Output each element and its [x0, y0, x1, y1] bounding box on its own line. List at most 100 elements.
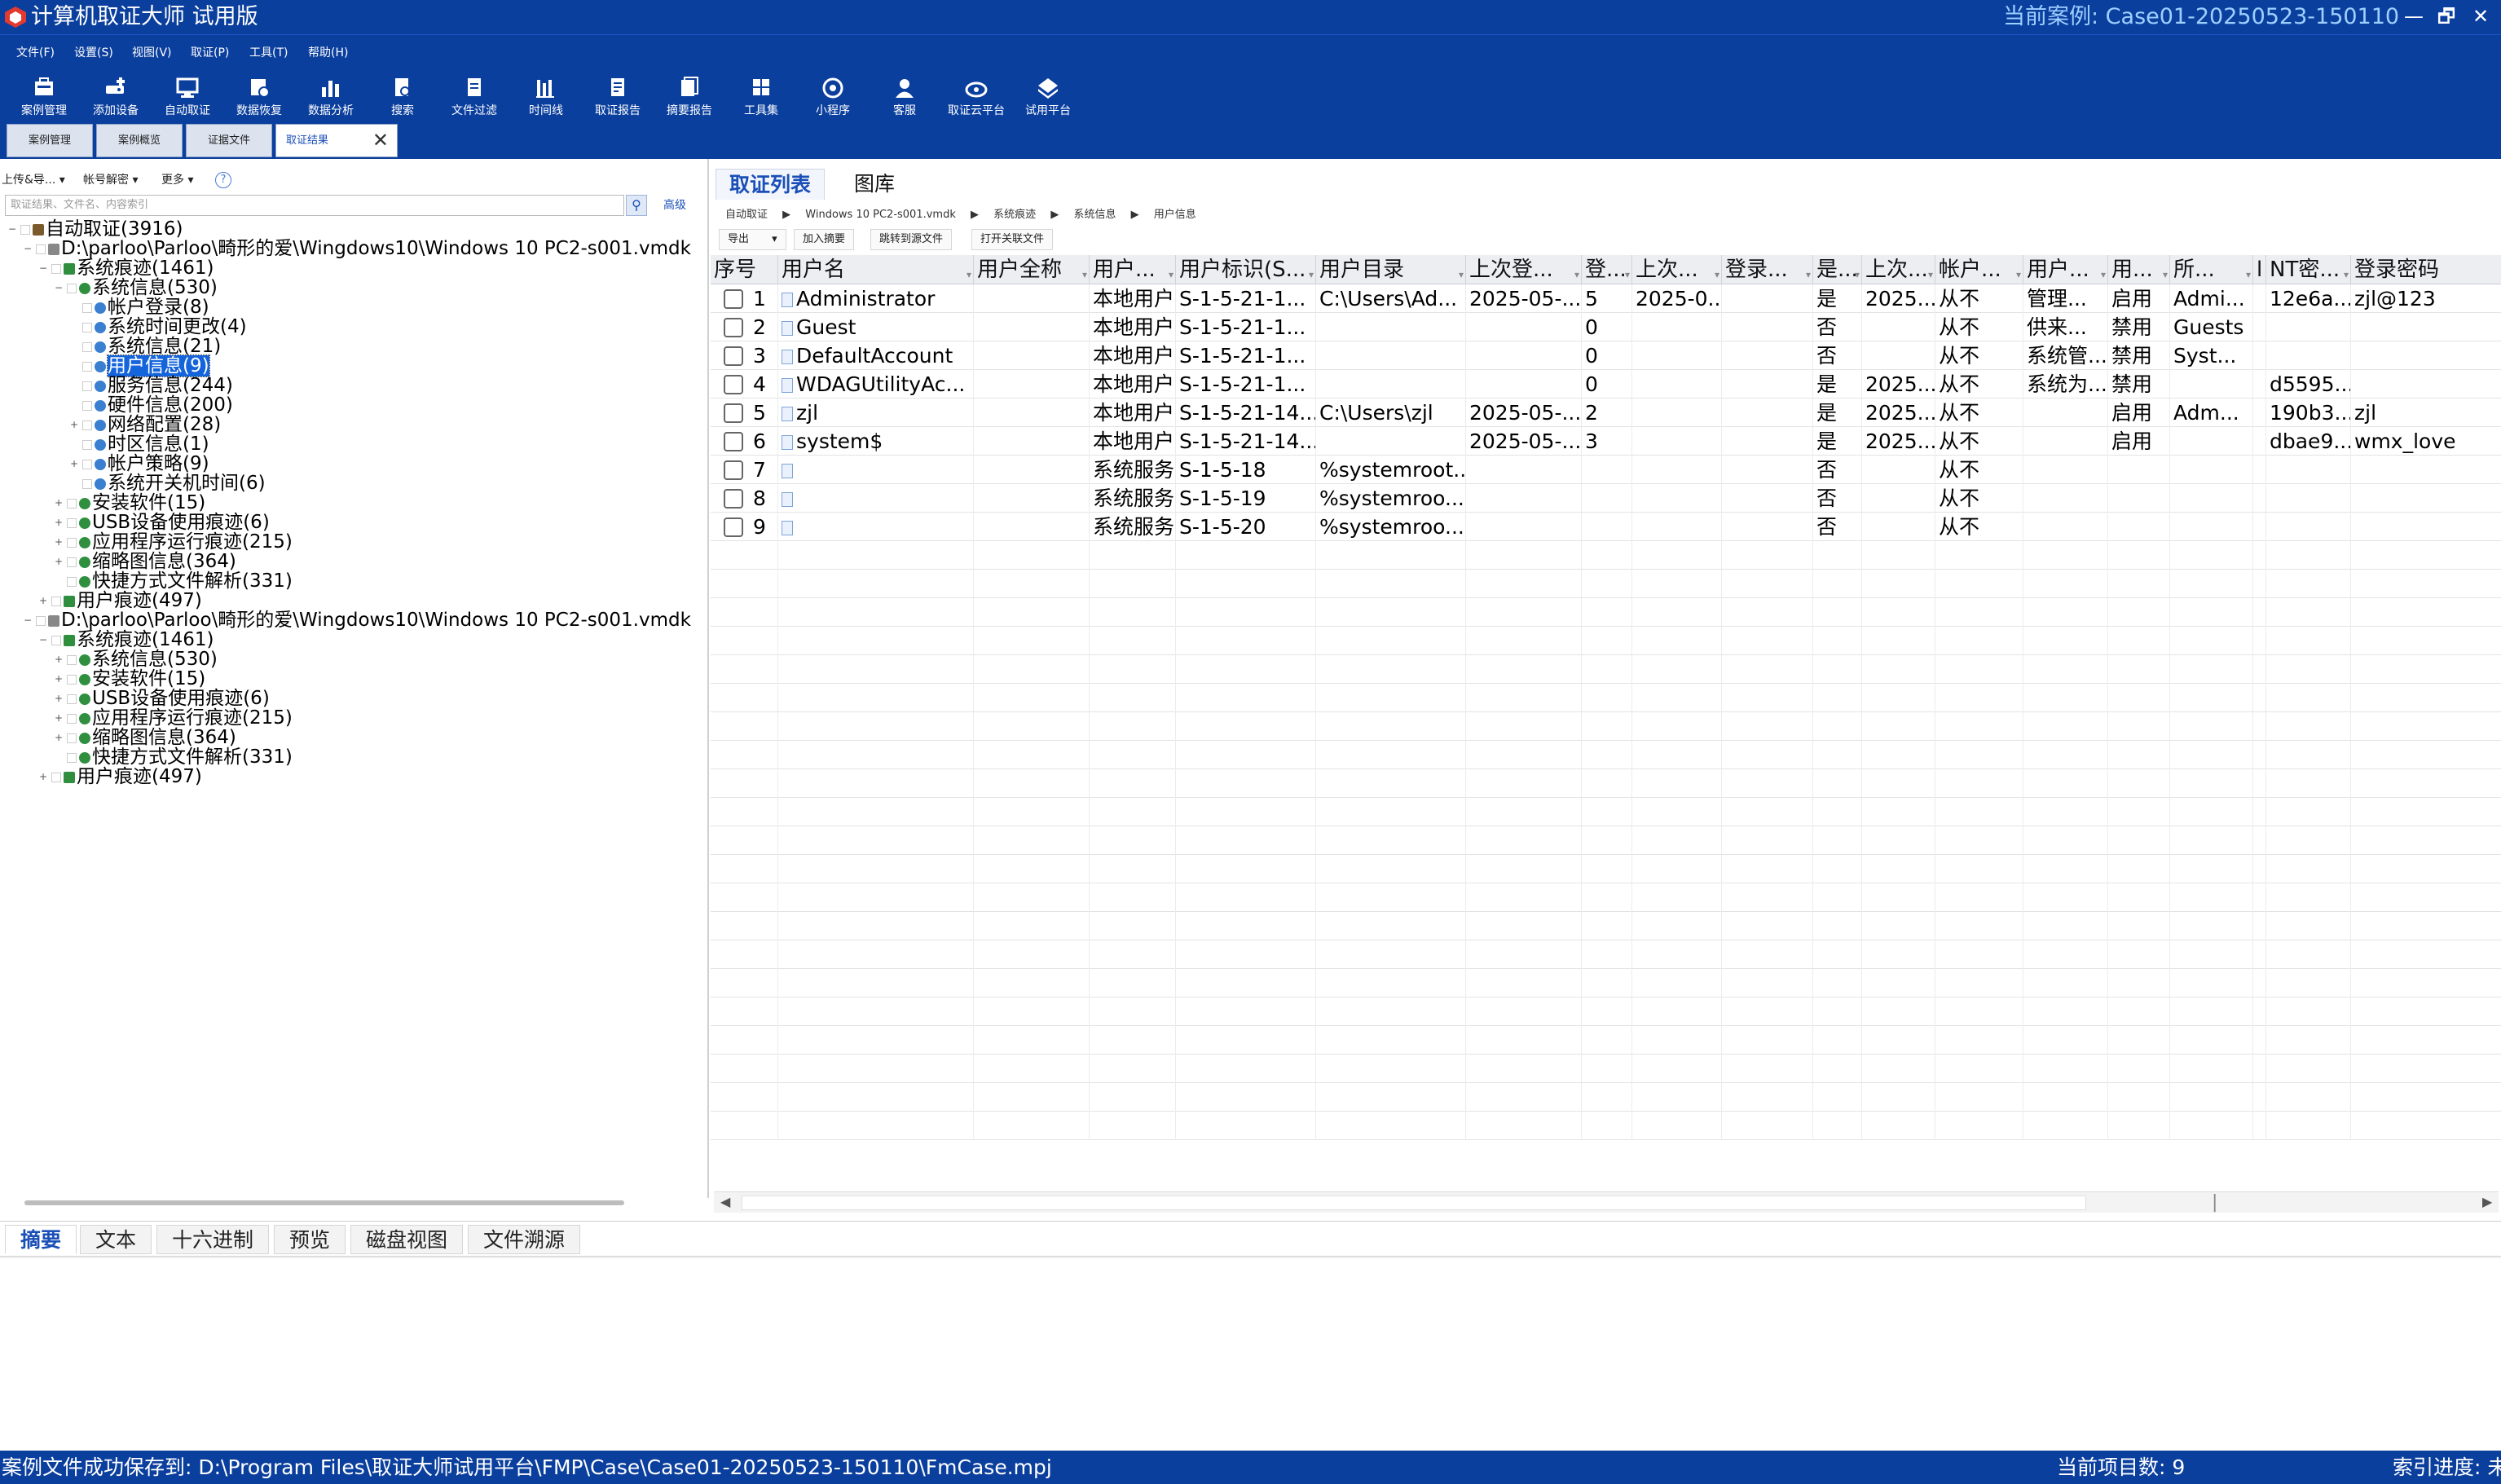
scroll-right-icon[interactable]: ▶: [2482, 1194, 2492, 1209]
tree-checkbox[interactable]: [67, 283, 77, 293]
tree-node[interactable]: + USB设备使用痕迹(6): [53, 513, 270, 532]
toolbar-search[interactable]: 搜索: [367, 71, 438, 122]
filter-dropdown-icon[interactable]: ▾: [1169, 260, 1173, 284]
tree-search-input[interactable]: 取证结果、文件名、内容索引: [5, 195, 624, 216]
collapse-icon[interactable]: −: [37, 263, 49, 275]
toolbar-data-recovery[interactable]: 数据恢复: [223, 71, 295, 122]
scroll-left-icon[interactable]: ◀: [720, 1194, 730, 1209]
tree-checkbox[interactable]: [67, 674, 77, 685]
tree-checkbox[interactable]: [67, 576, 77, 587]
toolbar-data-analysis[interactable]: 数据分析: [295, 71, 367, 122]
column-header[interactable]: 用户目录 ▾: [1316, 255, 1466, 284]
table-row[interactable]: 2 Guest 本地用户 S-1-5-21-1... 0 否 从不 供来... 禁用 Guests: [711, 313, 2501, 341]
filter-dropdown-icon[interactable]: ▾: [2344, 260, 2349, 284]
tree-checkbox[interactable]: [67, 498, 77, 509]
collapse-icon[interactable]: −: [53, 283, 64, 294]
column-header[interactable]: 用户... ▾: [2023, 255, 2108, 284]
row-checkbox[interactable]: [724, 432, 743, 451]
expand-icon[interactable]: +: [53, 537, 64, 548]
table-horizontal-scrollbar[interactable]: ◀ | ▶: [714, 1191, 2499, 1213]
toolbar-mini-program[interactable]: 小程序: [797, 71, 869, 122]
tree-checkbox[interactable]: [51, 596, 61, 606]
table-row[interactable]: 1 Administrator 本地用户 S-1-5-21-1... C:\Users\…: [711, 284, 2501, 313]
tree-node[interactable]: − 系统痕迹(1461): [37, 630, 214, 650]
row-checkbox[interactable]: [724, 517, 743, 537]
expand-icon[interactable]: +: [53, 557, 64, 568]
filter-dropdown-icon[interactable]: ▾: [2016, 260, 2021, 284]
tab-evidence-list[interactable]: 取证列表: [716, 169, 826, 200]
toolbar-customer-service[interactable]: 客服: [869, 71, 940, 122]
toolbar-auto-forensics[interactable]: 自动取证: [152, 71, 223, 122]
tree-checkbox[interactable]: [67, 733, 77, 743]
breadcrumb-item-auto[interactable]: 自动取证: [725, 209, 768, 221]
expand-icon[interactable]: +: [68, 420, 80, 431]
expand-icon[interactable]: +: [53, 517, 64, 529]
filter-dropdown-icon[interactable]: ▾: [2246, 260, 2251, 284]
tree-checkbox[interactable]: [82, 361, 92, 372]
tree-node[interactable]: 系统时间更改(4): [68, 317, 247, 337]
column-header[interactable]: 登... ▾: [1582, 255, 1632, 284]
tree-node[interactable]: + 帐户策略(9): [68, 454, 209, 473]
tree-node[interactable]: + 缩略图信息(364): [53, 552, 236, 571]
help-icon[interactable]: ?: [215, 172, 231, 188]
column-header[interactable]: 用户标识(S... ▾: [1176, 255, 1316, 284]
expand-icon[interactable]: +: [53, 733, 64, 744]
expand-icon[interactable]: +: [53, 498, 64, 509]
expand-icon[interactable]: +: [37, 772, 49, 783]
row-checkbox[interactable]: [724, 346, 743, 366]
tree-checkbox[interactable]: [82, 381, 92, 391]
filter-dropdown-icon[interactable]: ▾: [1574, 260, 1579, 284]
tree-checkbox[interactable]: [67, 752, 77, 763]
expand-icon[interactable]: +: [37, 596, 49, 607]
table-row[interactable]: 3 DefaultAccount 本地用户 S-1-5-21-1... 0 否 从不 系统管.…: [711, 341, 2501, 370]
column-header[interactable]: 上次... ▾: [1632, 255, 1722, 284]
column-header[interactable]: NT密... ▾: [2266, 255, 2351, 284]
collapse-icon[interactable]: −: [37, 635, 49, 646]
tree-checkbox[interactable]: [67, 517, 77, 528]
table-row[interactable]: 7 系统服务 S-1-5-18 %systemroot... 否 从不: [711, 456, 2501, 484]
tree-node[interactable]: 帐户登录(8): [68, 297, 209, 317]
tree-checkbox[interactable]: [20, 224, 30, 235]
tab-gallery[interactable]: 图库: [841, 169, 908, 200]
advanced-search-link[interactable]: 高级: [663, 195, 686, 216]
breadcrumb-item-system-traces[interactable]: 系统痕迹: [993, 209, 1036, 221]
menu-tools[interactable]: 工具(T): [249, 35, 288, 71]
tab-disk-view[interactable]: 磁盘视图: [350, 1225, 464, 1254]
tree-node[interactable]: − D:\parloo\Parloo\畸形的爱\Wingdows10\Window…: [22, 610, 691, 630]
tree-checkbox[interactable]: [82, 478, 92, 489]
filter-dropdown-icon[interactable]: ▾: [1625, 260, 1630, 284]
tree-checkbox[interactable]: [36, 615, 46, 626]
toolbar-file-filter[interactable]: 文件过滤: [438, 71, 510, 122]
tab-text[interactable]: 文本: [80, 1225, 152, 1254]
tree-node[interactable]: 快捷方式文件解析(331): [53, 571, 293, 591]
scrollbar-thumb[interactable]: [742, 1196, 2086, 1210]
row-checkbox[interactable]: [724, 489, 743, 509]
expand-icon[interactable]: +: [53, 674, 64, 685]
collapse-icon[interactable]: −: [7, 224, 18, 236]
tree-node[interactable]: + 缩略图信息(364): [53, 728, 236, 747]
tree-checkbox[interactable]: [67, 713, 77, 724]
menu-forensics[interactable]: 取证(P): [191, 35, 229, 71]
search-icon[interactable]: ⚲: [626, 195, 647, 216]
expand-icon[interactable]: +: [53, 654, 64, 666]
menu-file[interactable]: 文件(F): [16, 35, 55, 71]
column-header[interactable]: 序号: [711, 255, 778, 284]
toolbar-case-management[interactable]: 案例管理: [8, 71, 80, 122]
toolbar-cloud-platform[interactable]: 取证云平台: [940, 71, 1012, 122]
tab-file-trace[interactable]: 文件溯源: [468, 1225, 581, 1254]
toolbar-forensic-report[interactable]: 取证报告: [582, 71, 654, 122]
row-checkbox[interactable]: [724, 318, 743, 337]
upload-export-button[interactable]: 上传&导... ▾: [2, 170, 65, 190]
add-summary-button[interactable]: 加入摘要: [794, 229, 855, 250]
filter-dropdown-icon[interactable]: ▾: [1928, 260, 1933, 284]
toolbar-summary-report[interactable]: 摘要报告: [654, 71, 725, 122]
row-checkbox[interactable]: [724, 403, 743, 423]
tree-node[interactable]: 系统信息(21): [68, 337, 221, 356]
toolbar-timeline[interactable]: 时间线: [510, 71, 582, 122]
tree-checkbox[interactable]: [67, 537, 77, 548]
filter-dropdown-icon[interactable]: ▾: [1806, 260, 1811, 284]
export-button[interactable]: 导出 ▾: [719, 229, 786, 250]
column-header[interactable]: 用户全称 ▾: [974, 255, 1090, 284]
tree-checkbox[interactable]: [82, 459, 92, 469]
filter-dropdown-icon[interactable]: ▾: [1459, 260, 1464, 284]
